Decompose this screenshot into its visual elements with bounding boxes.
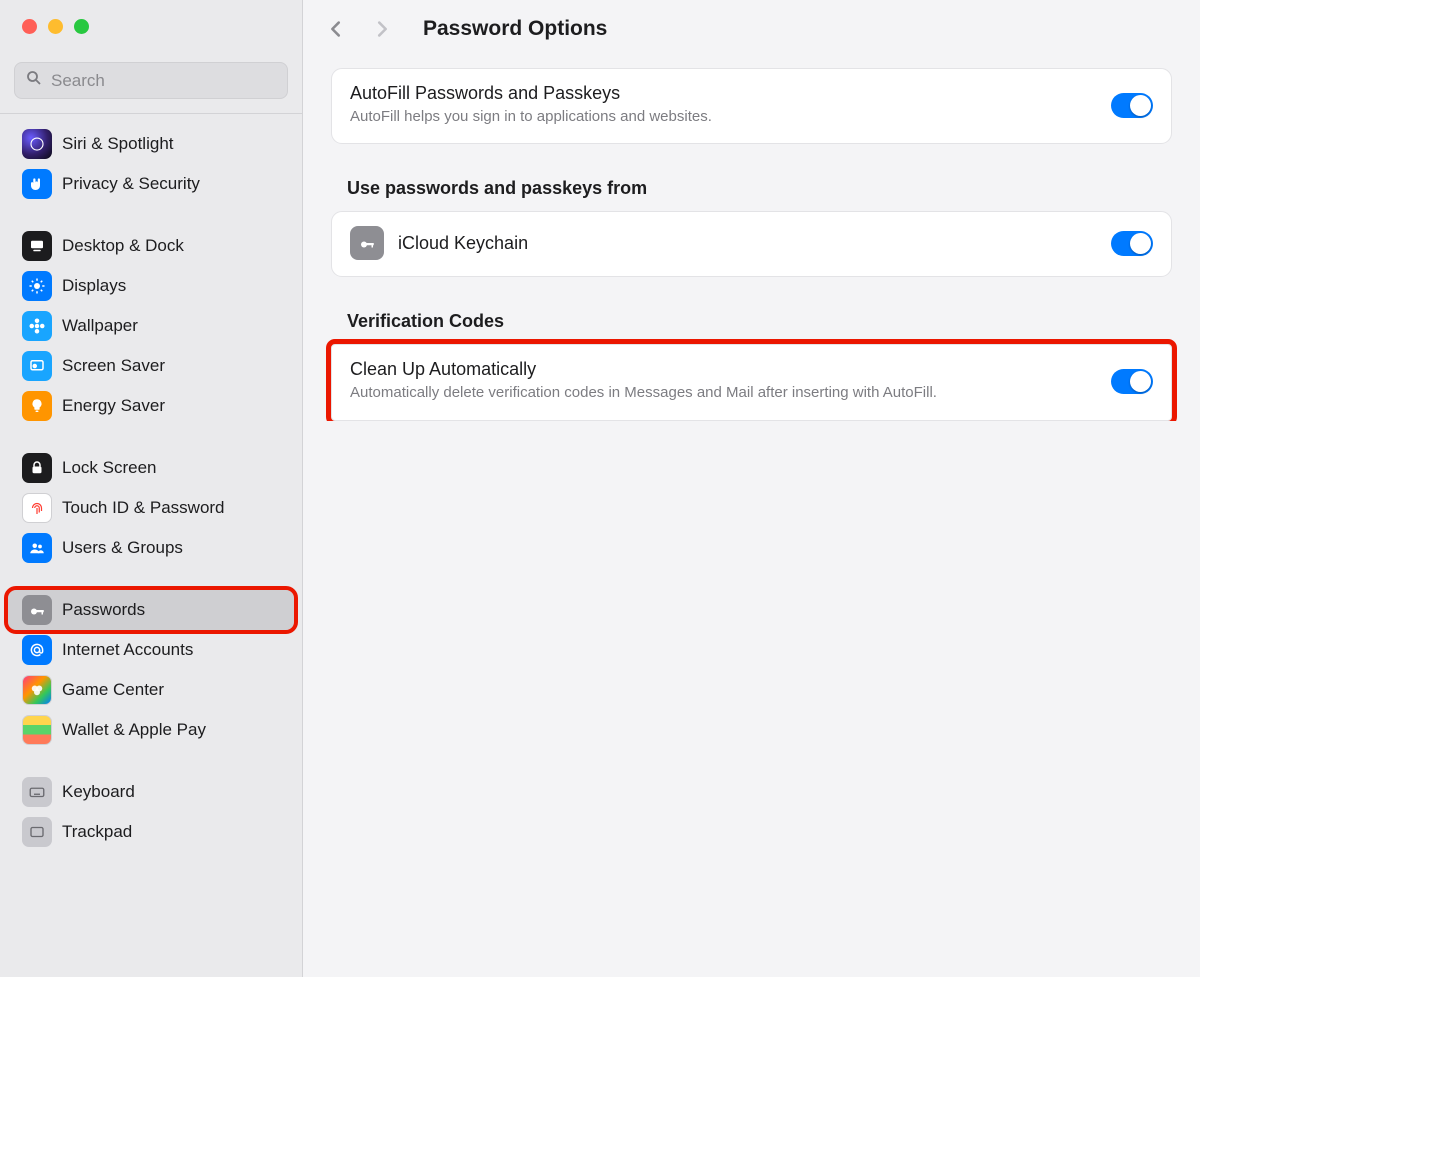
sidebar-item-label: Privacy & Security (62, 174, 200, 194)
fingerprint-icon (22, 493, 52, 523)
sidebar-item-label: Wallet & Apple Pay (62, 720, 206, 740)
sidebar-item-desktop-dock[interactable]: Desktop & Dock (12, 226, 290, 266)
sidebar-item-trackpad[interactable]: Trackpad (12, 812, 290, 852)
sidebar-item-internet-accounts[interactable]: Internet Accounts (12, 630, 290, 670)
sidebar-item-label: Siri & Spotlight (62, 134, 174, 154)
hand-icon (22, 169, 52, 199)
brightness-icon (22, 271, 52, 301)
main-content: Password Options AutoFill Passwords and … (303, 0, 1200, 977)
sidebar-item-siri-spotlight[interactable]: Siri & Spotlight (12, 124, 290, 164)
screensaver-icon (22, 351, 52, 381)
minimize-window-button[interactable] (48, 19, 63, 34)
sidebar-item-keyboard[interactable]: Keyboard (12, 772, 290, 812)
keychain-toggle[interactable] (1111, 231, 1153, 256)
autofill-toggle[interactable] (1111, 93, 1153, 118)
sidebar-item-wallet-apple-pay[interactable]: Wallet & Apple Pay (12, 710, 290, 750)
cleanup-subtitle: Automatically delete verification codes … (350, 383, 1097, 403)
sidebar-item-displays[interactable]: Displays (12, 266, 290, 306)
sidebar-item-screen-saver[interactable]: Screen Saver (12, 346, 290, 386)
sidebar-item-label: Game Center (62, 680, 164, 700)
sidebar-item-label: Users & Groups (62, 538, 183, 558)
dock-icon (22, 231, 52, 261)
window-controls (0, 0, 302, 52)
sidebar-item-touch-id-password[interactable]: Touch ID & Password (12, 488, 290, 528)
sidebar-item-energy-saver[interactable]: Energy Saver (12, 386, 290, 426)
keyboard-icon (22, 777, 52, 807)
sidebar-item-label: Displays (62, 276, 126, 296)
sidebar-item-label: Lock Screen (62, 458, 157, 478)
users-icon (22, 533, 52, 563)
sidebar-item-lock-screen[interactable]: Lock Screen (12, 448, 290, 488)
cleanup-highlight: Clean Up Automatically Automatically del… (331, 344, 1172, 420)
toolbar: Password Options (303, 0, 1200, 58)
search-icon (25, 69, 43, 92)
autofill-title: AutoFill Passwords and Passkeys (350, 83, 1097, 104)
bulb-icon (22, 391, 52, 421)
use-from-header: Use passwords and passkeys from (347, 178, 1172, 199)
sidebar-item-passwords[interactable]: Passwords (8, 590, 294, 630)
sidebar-item-label: Desktop & Dock (62, 236, 184, 256)
sidebar-item-label: Touch ID & Password (62, 498, 225, 518)
verification-header: Verification Codes (347, 311, 1172, 332)
siri-icon (22, 129, 52, 159)
nav-back-button[interactable] (325, 18, 347, 40)
gamecenter-icon (22, 675, 52, 705)
fullscreen-window-button[interactable] (74, 19, 89, 34)
close-window-button[interactable] (22, 19, 37, 34)
search-input[interactable] (51, 71, 277, 91)
sidebar-item-label: Passwords (62, 600, 145, 620)
lock-icon (22, 453, 52, 483)
sidebar-item-users-groups[interactable]: Users & Groups (12, 528, 290, 568)
sidebar-item-privacy-security[interactable]: Privacy & Security (12, 164, 290, 204)
keychain-icon (350, 226, 384, 260)
sidebar-item-wallpaper[interactable]: Wallpaper (12, 306, 290, 346)
sidebar-item-label: Screen Saver (62, 356, 165, 376)
autofill-subtitle: AutoFill helps you sign in to applicatio… (350, 107, 1097, 127)
sidebar-item-label: Trackpad (62, 822, 132, 842)
search-field[interactable] (14, 62, 288, 99)
sidebar: Siri & Spotlight Privacy & Security Desk… (0, 0, 303, 977)
cleanup-toggle[interactable] (1111, 369, 1153, 394)
sidebar-item-label: Wallpaper (62, 316, 138, 336)
keychain-panel: iCloud Keychain (331, 211, 1172, 277)
keychain-label: iCloud Keychain (398, 233, 1097, 254)
nav-forward-button[interactable] (371, 18, 393, 40)
cleanup-title: Clean Up Automatically (350, 359, 1097, 380)
page-title: Password Options (423, 17, 607, 41)
autofill-panel: AutoFill Passwords and Passkeys AutoFill… (331, 68, 1172, 144)
wallet-icon (22, 715, 52, 745)
at-icon (22, 635, 52, 665)
trackpad-icon (22, 817, 52, 847)
sidebar-item-label: Internet Accounts (62, 640, 193, 660)
sidebar-item-label: Energy Saver (62, 396, 165, 416)
key-icon (22, 595, 52, 625)
sidebar-item-label: Keyboard (62, 782, 135, 802)
cleanup-panel: Clean Up Automatically Automatically del… (331, 344, 1172, 420)
flower-icon (22, 311, 52, 341)
sidebar-item-game-center[interactable]: Game Center (12, 670, 290, 710)
